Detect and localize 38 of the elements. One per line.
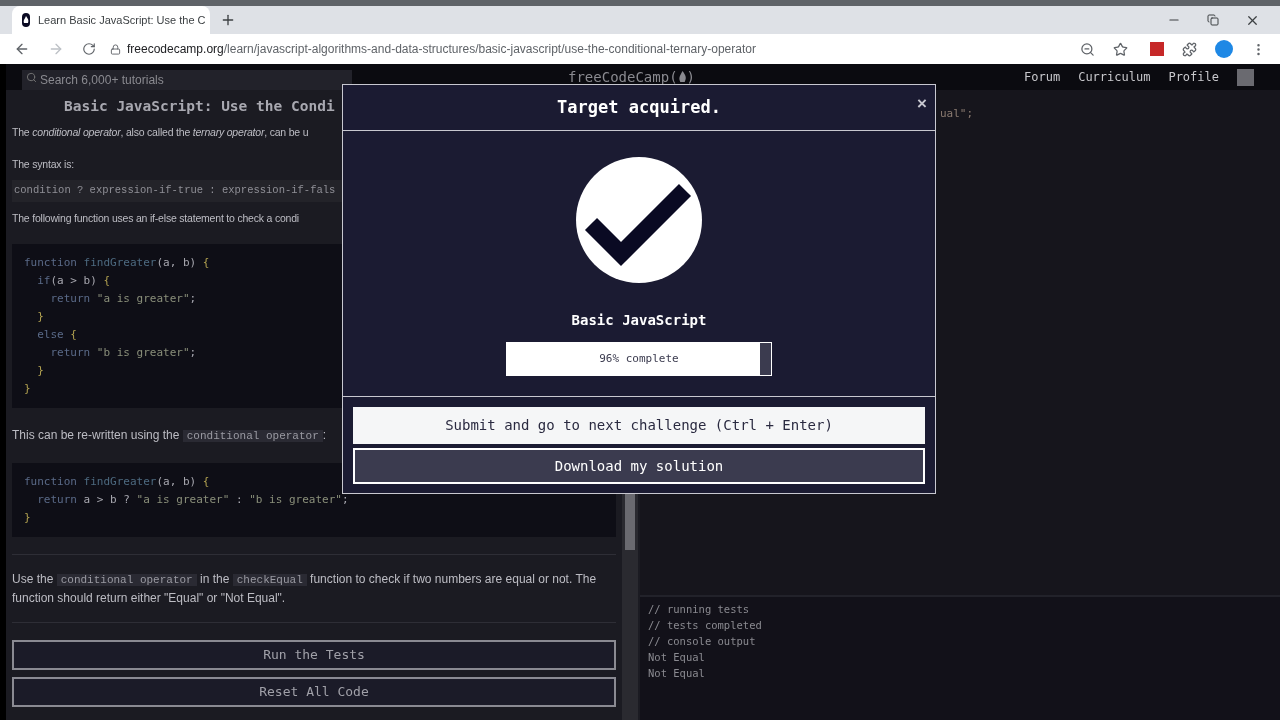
lesson-text: The syntax is: xyxy=(12,157,75,172)
new-tab-icon[interactable] xyxy=(220,12,236,28)
search-icon xyxy=(26,72,37,83)
console-line: Not Equal xyxy=(648,666,706,681)
search-field[interactable]: Search 6,000+ tutorials xyxy=(22,70,352,90)
lesson-text: Use the conditional operator in the checkEqual function to check if two numbers are equal or not. The function should return either "Equal" or "Not Equal". xyxy=(12,570,598,607)
editor-code: ual"; xyxy=(940,106,974,122)
modal-title: Target acquired. xyxy=(557,95,721,119)
console-line: Not Equal xyxy=(648,650,706,665)
check-circle-icon xyxy=(575,156,703,284)
lesson-text: The conditional operator, also called the ternary operator, can be u xyxy=(12,125,310,140)
lock-icon xyxy=(110,43,121,55)
avatar-icon[interactable] xyxy=(1237,68,1254,86)
reload-icon[interactable] xyxy=(82,42,96,56)
favicon-icon xyxy=(22,13,30,27)
extensions-icon[interactable] xyxy=(1182,41,1197,57)
console-line: // console output xyxy=(648,634,757,649)
console-line: // tests completed xyxy=(648,618,763,633)
lesson-text: The following function uses an if-else statement to check a condi xyxy=(12,210,300,226)
flame-icon xyxy=(677,71,687,83)
close-button[interactable]: × xyxy=(917,95,927,112)
restore-icon[interactable] xyxy=(1207,14,1219,26)
bookmark-star-icon[interactable] xyxy=(1113,41,1128,57)
back-icon[interactable] xyxy=(14,41,30,57)
tab-title: Learn Basic JavaScript: Use the C xyxy=(38,12,206,28)
nav-link[interactable]: Curriculum xyxy=(1078,68,1151,86)
nav-link[interactable]: Forum xyxy=(1024,68,1061,86)
nav-link[interactable]: Profile xyxy=(1168,68,1219,86)
download-button[interactable]: Download my solution xyxy=(353,448,925,484)
submit-button[interactable]: Submit and go to next challenge (Ctrl + Enter) xyxy=(353,407,925,444)
lesson-title: Basic JavaScript: Use the Condi xyxy=(64,97,335,116)
zoom-icon[interactable] xyxy=(1080,41,1095,57)
avatar-icon[interactable] xyxy=(1215,40,1233,58)
lesson-button[interactable]: Run the Tests xyxy=(12,639,616,670)
logo[interactable]: freeCodeCamp( ) xyxy=(568,66,695,88)
console-line: // running tests xyxy=(648,602,751,617)
browser-tab[interactable]: Learn Basic JavaScript: Use the C xyxy=(12,6,210,34)
lesson-button[interactable]: Reset All Code xyxy=(12,676,616,707)
